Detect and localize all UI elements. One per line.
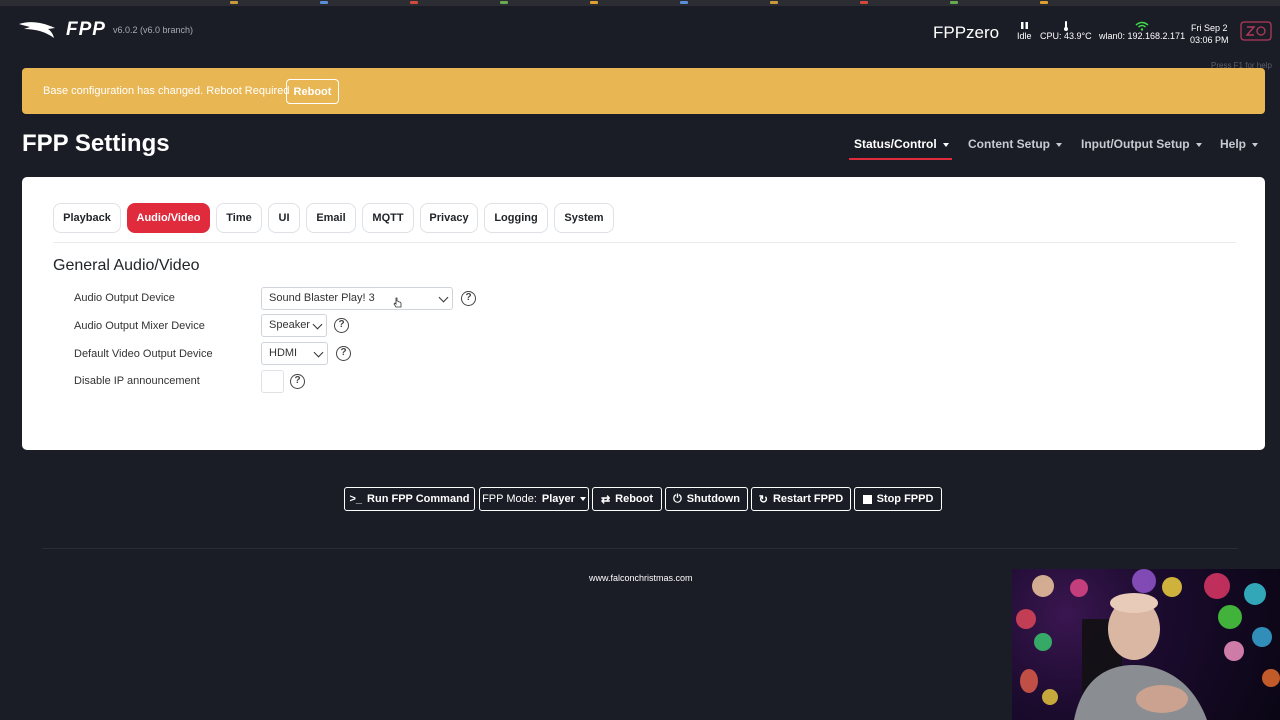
fpp-mode-dropdown[interactable]: FPP Mode: Player bbox=[479, 487, 589, 511]
logo-text: FPP bbox=[66, 19, 106, 40]
mode-value: Player bbox=[541, 493, 575, 505]
nav-help[interactable]: Help bbox=[1220, 137, 1259, 151]
tab-system[interactable]: System bbox=[554, 203, 614, 233]
nav-label: Content Setup bbox=[968, 137, 1050, 151]
mouse-cursor-icon bbox=[393, 297, 402, 308]
audio-mixer-device-select[interactable]: Speaker bbox=[261, 314, 327, 337]
wlan-text: wlan0: 192.168.2.171 bbox=[1099, 31, 1186, 41]
audio-output-device-label: Audio Output Device bbox=[74, 292, 175, 304]
chevron-down-icon bbox=[438, 292, 449, 303]
date-time: Fri Sep 2 03:06 PM bbox=[1190, 22, 1229, 46]
tab-playback[interactable]: Playback bbox=[53, 203, 121, 233]
retweet-icon: ⇄ bbox=[600, 493, 611, 506]
stop-icon bbox=[862, 494, 872, 504]
disable-ip-checkbox[interactable] bbox=[261, 370, 284, 393]
caret-down-icon bbox=[1252, 142, 1259, 147]
cpu-text: CPU: 43.9°C bbox=[1040, 31, 1092, 41]
button-label: Shutdown bbox=[686, 493, 740, 505]
alert-message: Base configuration has changed. Reboot R… bbox=[43, 85, 290, 97]
nav-status-control[interactable]: Status/Control bbox=[854, 137, 949, 151]
nav-content-setup[interactable]: Content Setup bbox=[968, 137, 1062, 151]
caret-down-icon bbox=[579, 497, 586, 501]
footer-link[interactable]: www.falconchristmas.com bbox=[589, 573, 693, 583]
raspberry-pi-zero-icon bbox=[1240, 20, 1272, 42]
run-fpp-command-button[interactable]: >_ Run FPP Command bbox=[344, 487, 475, 511]
tab-logging[interactable]: Logging bbox=[484, 203, 548, 233]
nav-input-output-setup[interactable]: Input/Output Setup bbox=[1081, 137, 1202, 151]
stop-fppd-button[interactable]: Stop FPPD bbox=[854, 487, 942, 511]
tab-ui[interactable]: UI bbox=[268, 203, 300, 233]
reboot-alert: Base configuration has changed. Reboot R… bbox=[22, 68, 1265, 114]
terminal-icon: >_ bbox=[349, 493, 363, 505]
fpp-logo[interactable]: FPP bbox=[18, 19, 106, 41]
audio-mixer-device-label: Audio Output Mixer Device bbox=[74, 320, 205, 332]
mode-label: FPP Mode: bbox=[482, 493, 537, 505]
select-value: Speaker bbox=[269, 319, 310, 331]
power-icon: ⏻ bbox=[673, 492, 682, 505]
status-text: Idle bbox=[1017, 31, 1032, 41]
status-indicator: Idle bbox=[1017, 21, 1032, 42]
cpu-indicator: CPU: 43.9°C bbox=[1040, 21, 1092, 42]
help-question-icon[interactable]: ? bbox=[290, 374, 305, 389]
tab-audio-video[interactable]: Audio/Video bbox=[127, 203, 210, 233]
nav-label: Input/Output Setup bbox=[1081, 137, 1190, 151]
webcam-overlay bbox=[1012, 569, 1280, 720]
audio-output-device-select[interactable]: Sound Blaster Play! 3 bbox=[261, 287, 453, 310]
tab-time[interactable]: Time bbox=[216, 203, 262, 233]
date-text: Fri Sep 2 bbox=[1191, 23, 1228, 33]
video-output-device-label: Default Video Output Device bbox=[74, 348, 213, 360]
button-label: Reboot bbox=[615, 493, 654, 505]
video-output-device-select[interactable]: HDMI bbox=[261, 342, 328, 365]
tabs-divider bbox=[53, 242, 1236, 243]
thermometer-icon bbox=[1040, 21, 1092, 31]
wifi-icon bbox=[1099, 21, 1185, 31]
help-question-icon[interactable]: ? bbox=[461, 291, 476, 306]
person-silhouette bbox=[1074, 593, 1207, 720]
wlan-indicator: wlan0: 192.168.2.171 bbox=[1099, 21, 1185, 42]
nav-label: Help bbox=[1220, 137, 1247, 151]
tab-privacy[interactable]: Privacy bbox=[420, 203, 478, 233]
tab-email[interactable]: Email bbox=[306, 203, 356, 233]
shutdown-button[interactable]: ⏻ Shutdown bbox=[665, 487, 748, 511]
select-value: Sound Blaster Play! 3 bbox=[269, 292, 375, 304]
alert-reboot-button[interactable]: Reboot bbox=[286, 79, 339, 104]
button-label: Restart FPPD bbox=[772, 493, 844, 505]
chevron-down-icon bbox=[313, 347, 324, 358]
caret-down-icon bbox=[1056, 142, 1062, 147]
section-title: General Audio/Video bbox=[53, 257, 200, 274]
chevron-down-icon bbox=[312, 319, 323, 330]
footer-divider bbox=[42, 548, 1238, 549]
nav-label: Status/Control bbox=[854, 137, 937, 151]
disable-ip-label: Disable IP announcement bbox=[74, 375, 200, 387]
help-question-icon[interactable]: ? bbox=[336, 346, 351, 361]
settings-card: Playback Audio/Video Time UI Email MQTT … bbox=[22, 177, 1265, 450]
caret-down-icon bbox=[942, 142, 949, 147]
hostname: FPPzero bbox=[933, 23, 1000, 42]
page-title: FPP Settings bbox=[22, 130, 170, 157]
button-label: Stop FPPD bbox=[876, 493, 934, 505]
nav-active-underline bbox=[849, 158, 952, 160]
help-question-icon[interactable]: ? bbox=[334, 318, 349, 333]
falcon-icon bbox=[19, 22, 55, 38]
sync-icon: ↻ bbox=[758, 493, 768, 506]
tab-mqtt[interactable]: MQTT bbox=[362, 203, 414, 233]
select-value: HDMI bbox=[269, 347, 298, 359]
pause-icon bbox=[1017, 21, 1032, 31]
reboot-button[interactable]: ⇄ Reboot bbox=[592, 487, 662, 511]
time-text: 03:06 PM bbox=[1190, 35, 1229, 45]
restart-fppd-button[interactable]: ↻ Restart FPPD bbox=[751, 487, 851, 511]
top-bar: FPP v6.0.2 (v6.0 branch) FPPzero Idle CP… bbox=[0, 6, 1280, 54]
caret-down-icon bbox=[1195, 142, 1202, 147]
version-label: v6.0.2 (v6.0 branch) bbox=[113, 25, 194, 35]
button-label: Run FPP Command bbox=[367, 493, 470, 505]
